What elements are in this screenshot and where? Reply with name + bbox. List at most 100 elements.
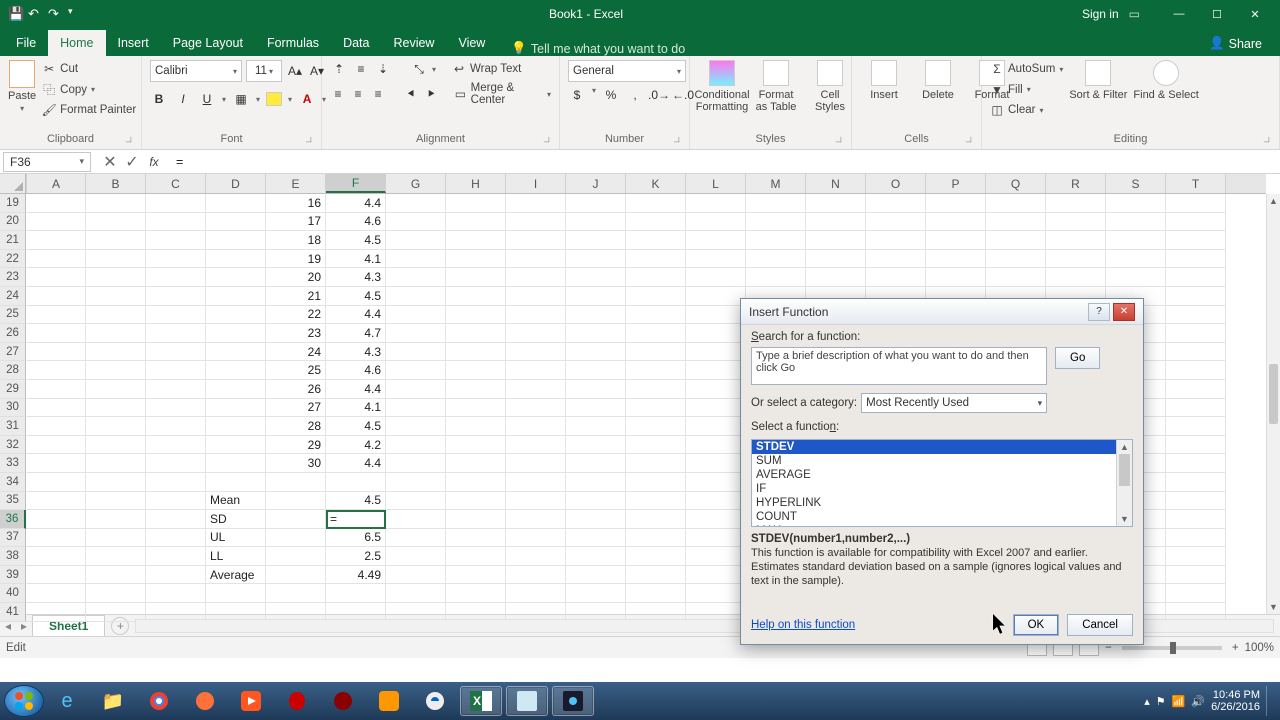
cell[interactable] xyxy=(626,380,686,399)
cell[interactable] xyxy=(206,213,266,232)
cell[interactable] xyxy=(506,510,566,529)
taskbar-clock[interactable]: 10:46 PM 6/26/2016 xyxy=(1211,689,1260,713)
comma-icon[interactable]: , xyxy=(626,86,644,104)
cell[interactable]: 4.5 xyxy=(326,287,386,306)
cut-button[interactable]: ✂Cut xyxy=(42,60,136,79)
cell[interactable] xyxy=(566,417,626,436)
cell[interactable] xyxy=(86,250,146,269)
function-list-item[interactable]: STDEV xyxy=(752,440,1132,454)
cell[interactable] xyxy=(446,473,506,492)
cell[interactable] xyxy=(26,324,86,343)
currency-icon[interactable]: $ xyxy=(568,86,586,104)
cell[interactable] xyxy=(566,287,626,306)
cell[interactable] xyxy=(206,399,266,418)
cell[interactable] xyxy=(26,529,86,548)
cell[interactable] xyxy=(626,287,686,306)
cell[interactable]: 4.49 xyxy=(326,566,386,585)
cell[interactable] xyxy=(626,510,686,529)
cell[interactable] xyxy=(1166,436,1226,455)
cell[interactable] xyxy=(386,343,446,362)
merge-center-button[interactable]: Merge & Center xyxy=(471,82,543,106)
cell[interactable] xyxy=(926,268,986,287)
save-icon[interactable]: 💾 xyxy=(8,7,22,21)
cell[interactable] xyxy=(206,231,266,250)
tray-network-icon[interactable]: 📶 xyxy=(1172,695,1186,708)
align-right-icon[interactable]: ≡ xyxy=(370,85,386,103)
column-header[interactable]: J xyxy=(566,174,626,193)
cell[interactable] xyxy=(206,287,266,306)
cell[interactable] xyxy=(386,287,446,306)
cell[interactable] xyxy=(266,547,326,566)
cancel-button[interactable]: Cancel xyxy=(1067,614,1133,636)
cell[interactable] xyxy=(566,547,626,566)
cell[interactable] xyxy=(86,268,146,287)
column-header[interactable]: D xyxy=(206,174,266,193)
cell[interactable] xyxy=(206,194,266,213)
cell[interactable] xyxy=(926,194,986,213)
cell[interactable] xyxy=(1046,268,1106,287)
cell[interactable] xyxy=(26,231,86,250)
row-header[interactable]: 28 xyxy=(0,361,26,380)
row-header[interactable]: 39 xyxy=(0,566,26,585)
cell[interactable] xyxy=(626,399,686,418)
cell[interactable] xyxy=(746,194,806,213)
cell[interactable]: 6.5 xyxy=(326,529,386,548)
cell[interactable]: 4.4 xyxy=(326,194,386,213)
cell[interactable] xyxy=(566,306,626,325)
cell[interactable] xyxy=(626,454,686,473)
cell[interactable] xyxy=(806,268,866,287)
cell[interactable] xyxy=(1046,194,1106,213)
cell[interactable] xyxy=(866,194,926,213)
column-header[interactable]: Q xyxy=(986,174,1046,193)
cell[interactable] xyxy=(686,399,746,418)
cell[interactable]: UL xyxy=(206,529,266,548)
minimize-button[interactable]: — xyxy=(1160,0,1198,28)
taskbar-app3-icon[interactable] xyxy=(414,686,456,716)
cell[interactable] xyxy=(146,566,206,585)
cell[interactable] xyxy=(566,213,626,232)
cell[interactable] xyxy=(26,399,86,418)
row-header[interactable]: 30 xyxy=(0,399,26,418)
taskbar-firefox-icon[interactable] xyxy=(184,686,226,716)
cell[interactable] xyxy=(446,306,506,325)
cell[interactable] xyxy=(146,529,206,548)
cell[interactable] xyxy=(1166,547,1226,566)
cell[interactable] xyxy=(386,454,446,473)
cell[interactable] xyxy=(506,194,566,213)
cell[interactable] xyxy=(626,194,686,213)
cell[interactable] xyxy=(1166,213,1226,232)
ribbon-display-icon[interactable]: ▭ xyxy=(1129,7,1140,21)
cell[interactable] xyxy=(506,250,566,269)
font-name-combo[interactable]: Calibri▾ xyxy=(150,60,242,82)
cell[interactable] xyxy=(566,380,626,399)
cell[interactable] xyxy=(446,547,506,566)
fill-button[interactable]: ▼Fill▾ xyxy=(990,81,1063,100)
cell[interactable] xyxy=(566,473,626,492)
cell[interactable] xyxy=(206,473,266,492)
cell[interactable] xyxy=(686,268,746,287)
cell[interactable] xyxy=(86,510,146,529)
cell[interactable] xyxy=(1166,399,1226,418)
scroll-up-icon[interactable]: ▲ xyxy=(1117,440,1132,454)
cell[interactable] xyxy=(446,454,506,473)
cell[interactable] xyxy=(146,473,206,492)
cell[interactable] xyxy=(446,250,506,269)
cell[interactable] xyxy=(986,250,1046,269)
cell[interactable] xyxy=(446,324,506,343)
cell[interactable]: 26 xyxy=(266,380,326,399)
font-color-button[interactable]: A xyxy=(298,90,316,108)
cell[interactable] xyxy=(1166,324,1226,343)
cell[interactable] xyxy=(26,547,86,566)
cell[interactable] xyxy=(26,566,86,585)
cell[interactable] xyxy=(626,306,686,325)
cell[interactable] xyxy=(1166,529,1226,548)
cell[interactable] xyxy=(26,194,86,213)
cell[interactable]: 4.6 xyxy=(326,361,386,380)
cell[interactable] xyxy=(146,324,206,343)
cell[interactable]: 20 xyxy=(266,268,326,287)
cell[interactable] xyxy=(506,231,566,250)
ok-button[interactable]: OK xyxy=(1013,614,1060,636)
cell[interactable] xyxy=(1166,361,1226,380)
cell[interactable]: 4.5 xyxy=(326,231,386,250)
scroll-up-icon[interactable]: ▲ xyxy=(1267,194,1280,208)
